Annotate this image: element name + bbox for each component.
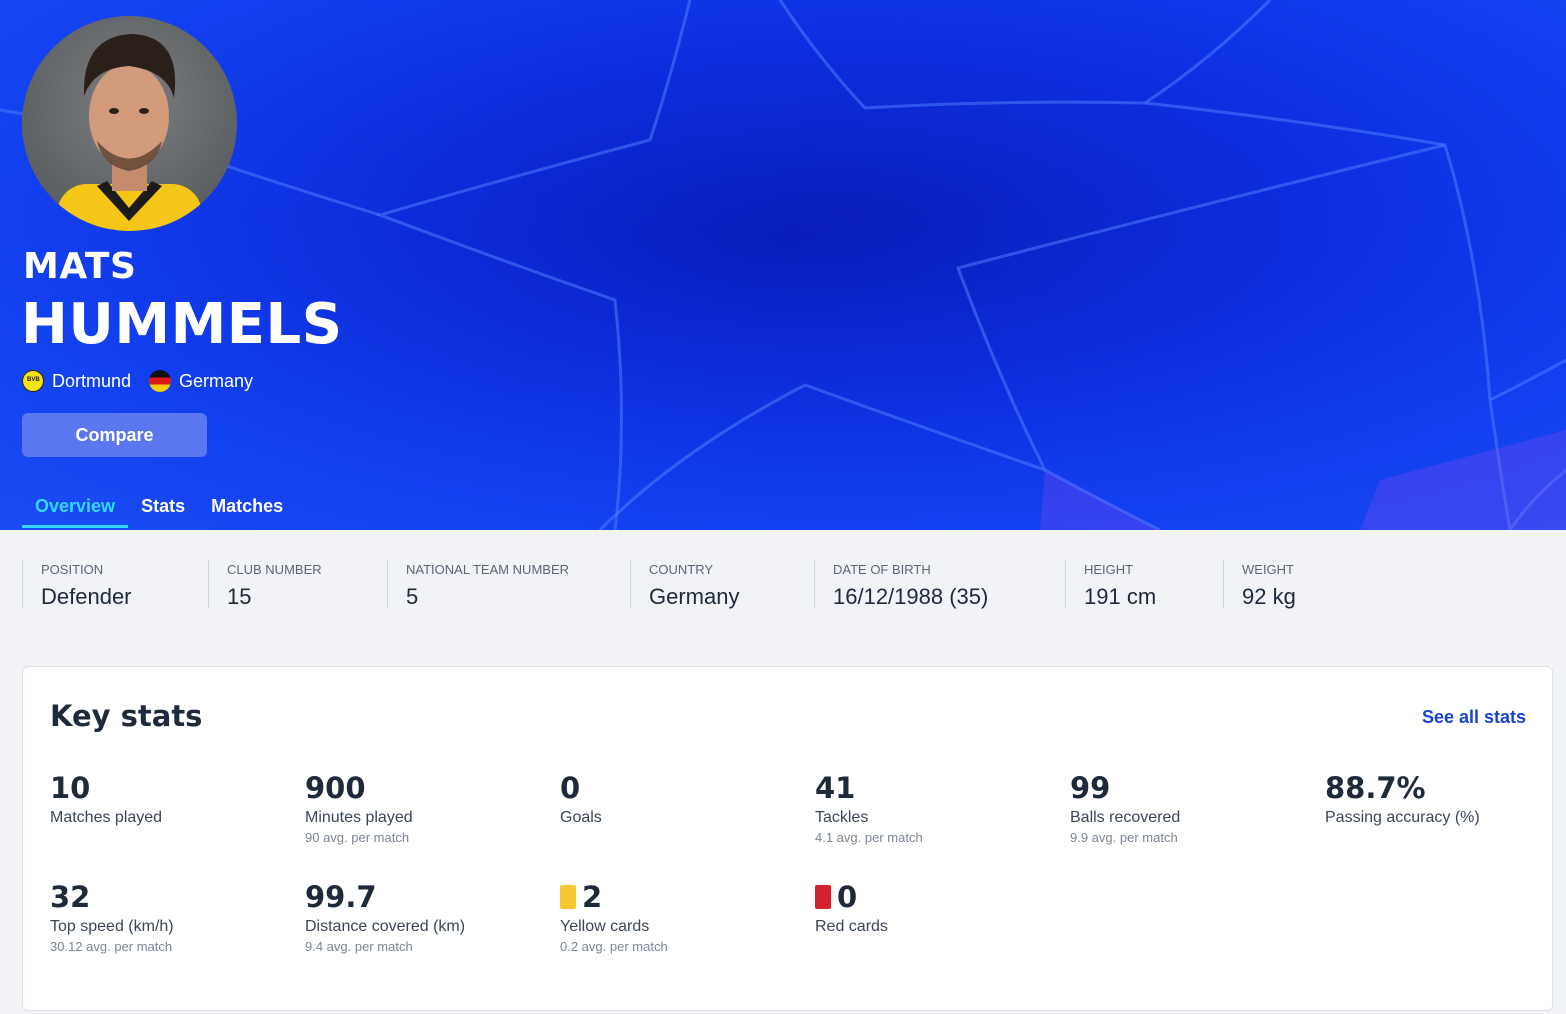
stat-yellow-cards: 2 Yellow cards 0.2 avg. per match [560, 880, 800, 954]
player-meta: BVB Dortmund Germany [22, 370, 271, 392]
starball-background [0, 0, 1566, 530]
player-tabs: Overview Stats Matches [22, 484, 296, 530]
stat-sub: 9.4 avg. per match [305, 939, 413, 954]
info-value: 191 cm [1084, 584, 1157, 609]
key-stats-title: Key stats [50, 699, 203, 733]
stat-label: Minutes played [305, 809, 413, 826]
compare-button[interactable]: Compare [22, 413, 207, 457]
player-first-name: MATS [23, 246, 137, 287]
red-card-icon [815, 885, 831, 909]
stat-distance-covered: 99.7 Distance covered (km) 9.4 avg. per … [305, 880, 545, 954]
stat-label: Red cards [815, 918, 888, 935]
stat-value: 41 [815, 771, 856, 805]
info-country: COUNTRY Germany [630, 560, 814, 609]
stat-value: 0 [560, 771, 581, 805]
tab-matches[interactable]: Matches [198, 484, 296, 530]
country-name: Germany [179, 370, 254, 391]
yellow-card-icon [560, 885, 576, 909]
stat-label: Top speed (km/h) [50, 918, 174, 935]
info-height: HEIGHT 191 cm [1065, 560, 1223, 609]
info-club-number: CLUB NUMBER 15 [208, 560, 387, 609]
key-stats-card: Key stats See all stats 10 Matches playe… [22, 666, 1553, 1011]
stat-sub: 90 avg. per match [305, 830, 410, 845]
stat-tackles: 41 Tackles 4.1 avg. per match [815, 771, 1055, 845]
info-label: HEIGHT [1084, 562, 1134, 577]
stat-value-row: 0 [815, 880, 1055, 914]
stat-value: 10 [50, 771, 91, 805]
stat-value: 99 [1070, 771, 1111, 805]
stat-label: Yellow cards [560, 918, 650, 935]
stat-value: 32 [50, 880, 91, 914]
stat-top-speed: 32 Top speed (km/h) 30.12 avg. per match [50, 880, 290, 954]
stat-label: Goals [560, 809, 602, 826]
player-info-row: POSITION Defender CLUB NUMBER 15 NATIONA… [22, 560, 1383, 609]
tab-stats[interactable]: Stats [128, 484, 198, 530]
player-last-name: HUMMELS [21, 292, 343, 357]
stat-value: 0 [837, 880, 858, 914]
info-label: CLUB NUMBER [227, 562, 322, 577]
club-name: Dortmund [52, 370, 132, 391]
player-photo-icon [57, 34, 202, 231]
info-position: POSITION Defender [22, 560, 208, 609]
info-value: 15 [227, 584, 252, 609]
stat-label: Distance covered (km) [305, 918, 466, 935]
stat-value: 900 [305, 771, 366, 805]
stat-label: Tackles [815, 809, 869, 826]
tab-overview[interactable]: Overview [22, 484, 129, 530]
stat-label: Passing accuracy (%) [1325, 809, 1480, 826]
stat-passing-accuracy: 88.7% Passing accuracy (%) [1325, 771, 1565, 827]
stat-goals: 0 Goals [560, 771, 800, 827]
info-value: Defender [41, 584, 132, 609]
info-value: 16/12/1988 (35) [833, 584, 989, 609]
germany-flag-icon [149, 370, 172, 392]
info-date-of-birth: DATE OF BIRTH 16/12/1988 (35) [814, 560, 1065, 609]
stat-label: Balls recovered [1070, 809, 1181, 826]
info-national-team-number: NATIONAL TEAM NUMBER 5 [387, 560, 630, 609]
stat-value: 2 [582, 880, 603, 914]
stat-sub: 4.1 avg. per match [815, 830, 923, 845]
player-hero: MATS HUMMELS BVB Dortmund Germany Compar… [0, 0, 1566, 530]
dortmund-crest-icon: BVB [22, 370, 44, 392]
info-label: DATE OF BIRTH [833, 562, 931, 577]
info-label: WEIGHT [1242, 562, 1294, 577]
stat-value: 99.7 [305, 880, 377, 914]
player-avatar [22, 16, 237, 231]
info-label: COUNTRY [649, 562, 714, 577]
info-value: 92 kg [1242, 584, 1296, 609]
stat-sub: 9.9 avg. per match [1070, 830, 1178, 845]
stat-sub: 0.2 avg. per match [560, 939, 668, 954]
club-link[interactable]: BVB Dortmund [22, 370, 131, 392]
info-label: NATIONAL TEAM NUMBER [406, 562, 570, 577]
info-value: 5 [406, 584, 419, 609]
stat-value: 88.7% [1325, 771, 1426, 805]
see-all-stats-link[interactable]: See all stats [1422, 707, 1526, 728]
stat-label: Matches played [50, 809, 163, 826]
stat-red-cards: 0 Red cards [815, 880, 1055, 936]
info-label: POSITION [41, 562, 104, 577]
info-value: Germany [649, 584, 740, 609]
stat-sub: 30.12 avg. per match [50, 939, 173, 954]
stat-minutes-played: 900 Minutes played 90 avg. per match [305, 771, 545, 845]
country-link[interactable]: Germany [149, 370, 253, 392]
stat-value-row: 2 [560, 880, 800, 914]
stat-balls-recovered: 99 Balls recovered 9.9 avg. per match [1070, 771, 1310, 845]
stat-matches-played: 10 Matches played [50, 771, 290, 827]
info-weight: WEIGHT 92 kg [1223, 560, 1383, 609]
